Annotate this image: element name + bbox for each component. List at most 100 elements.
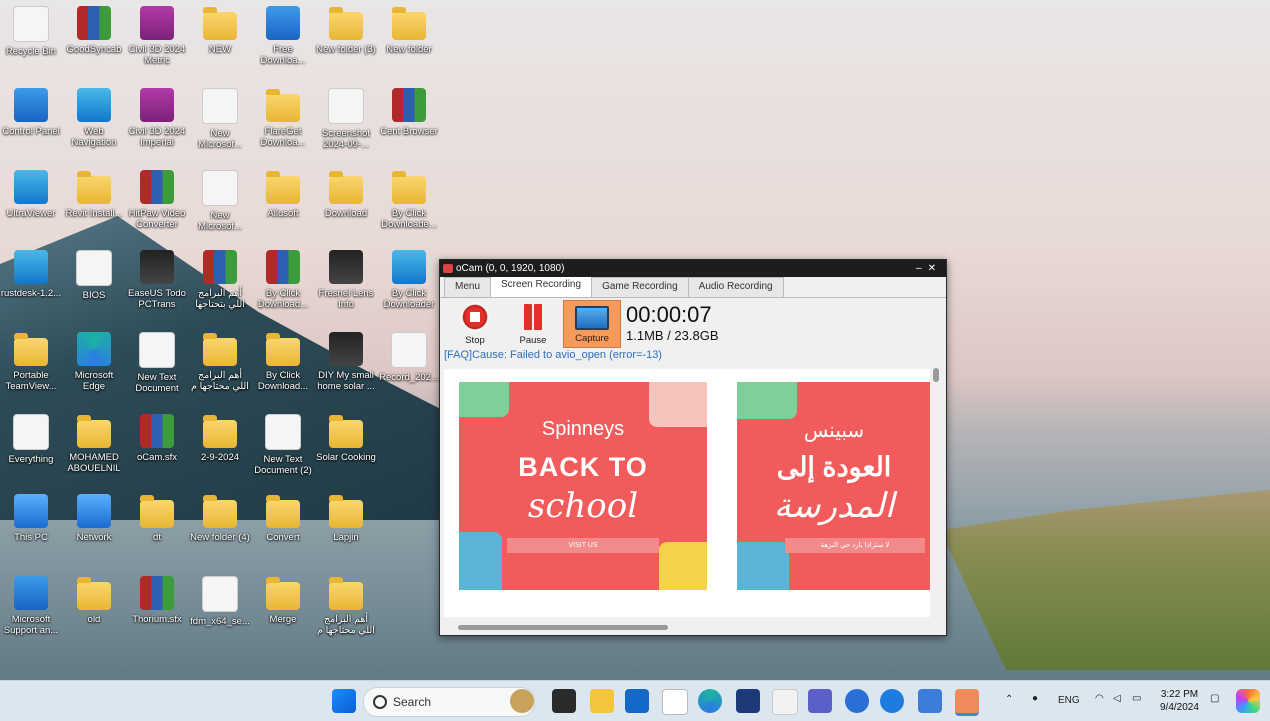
- stop-button[interactable]: Stop: [450, 300, 500, 346]
- banner-cta[interactable]: VISIT US: [507, 538, 659, 553]
- browser-icon[interactable]: [845, 689, 869, 713]
- clock-time: 3:22 PM: [1160, 689, 1199, 700]
- desktop-icon[interactable]: Portable TeamView...: [0, 332, 62, 392]
- clock[interactable]: 3:22 PM 9/4/2024: [1160, 688, 1199, 714]
- chevron-up-icon[interactable]: ⌃: [1005, 694, 1013, 705]
- desktop-icon[interactable]: New folder (4): [189, 494, 251, 543]
- desktop-icon[interactable]: Network: [63, 494, 125, 543]
- pause-button[interactable]: Pause: [508, 300, 558, 346]
- desktop-icon-label: Control Panel: [2, 126, 60, 137]
- search-highlight-icon[interactable]: [510, 689, 534, 713]
- wifi-icon[interactable]: ◠: [1095, 693, 1104, 704]
- desktop-icon[interactable]: FlareGet Downloa...: [252, 88, 314, 148]
- desktop-icon[interactable]: rustdesk-1.2...: [0, 250, 62, 299]
- desktop-icon[interactable]: Microsoft Support an...: [0, 576, 62, 636]
- notepad-icon[interactable]: [662, 689, 688, 715]
- desktop-icon[interactable]: New Microsof...: [189, 88, 251, 150]
- desktop-icon[interactable]: Civil 3D 2024 Metric: [126, 6, 188, 66]
- desktop-icon[interactable]: By Click Downloade...: [378, 170, 440, 230]
- start-icon[interactable]: [332, 689, 356, 713]
- desktop-icon[interactable]: dt: [126, 494, 188, 543]
- desktop-icon[interactable]: NEW: [189, 6, 251, 55]
- desktop-icon-label: New Microsof...: [198, 128, 242, 150]
- desktop-icon[interactable]: أهم البرامج اللي محتاجها م: [315, 576, 377, 636]
- desktop-icon[interactable]: New Microsof...: [189, 170, 251, 232]
- desktop-icon-label: New folder (3): [316, 44, 376, 55]
- vertical-scrollbar[interactable]: [930, 356, 942, 618]
- desktop-icon[interactable]: New Text Document: [126, 332, 188, 394]
- app-icon[interactable]: [772, 689, 798, 715]
- desktop-icon[interactable]: Revit Install...: [63, 170, 125, 219]
- chrome-icon[interactable]: [880, 689, 904, 713]
- desktop-icon[interactable]: أهم البرامج اللي بتحتاجها: [189, 250, 251, 310]
- tab-menu[interactable]: Menu: [444, 277, 492, 297]
- tab-audio-recording[interactable]: Audio Recording: [687, 277, 784, 297]
- desktop-icon[interactable]: Download: [315, 170, 377, 219]
- banner-cta-ar[interactable]: لا ستراذا يارد حي النزهة: [785, 538, 925, 553]
- desktop-icon[interactable]: UltraViewer: [0, 170, 62, 219]
- desktop-icon[interactable]: Microsoft Edge: [63, 332, 125, 392]
- desktop-icon[interactable]: New Text Document (2): [252, 414, 314, 476]
- desktop-icon[interactable]: old: [63, 576, 125, 625]
- battery-icon[interactable]: ▭: [1132, 693, 1141, 704]
- task-view-icon[interactable]: [552, 689, 576, 713]
- desktop-icon[interactable]: Control Panel: [0, 88, 62, 137]
- tab-screen-recording[interactable]: Screen Recording: [490, 275, 593, 297]
- desktop-icon[interactable]: By Click Downloader: [378, 250, 440, 310]
- desktop-icon[interactable]: This PC: [0, 494, 62, 543]
- minimize-icon[interactable]: –: [916, 263, 928, 274]
- desktop-icon[interactable]: Solar Cooking: [315, 414, 377, 463]
- desktop-icon[interactable]: أهم البرامج اللي محتاجها م: [189, 332, 251, 392]
- desktop-icon[interactable]: Everything: [0, 414, 62, 465]
- desktop-icon[interactable]: MOHAMED ABOUELNIL: [63, 414, 125, 474]
- edge-icon[interactable]: [698, 689, 722, 713]
- desktop-icon[interactable]: EaseUS Todo PCTrans: [126, 250, 188, 310]
- l-app-icon[interactable]: [736, 689, 760, 713]
- volume-icon[interactable]: ◁: [1113, 693, 1121, 704]
- desktop-icon[interactable]: Screenshot 2024-09-...: [315, 88, 377, 150]
- desktop-icon[interactable]: oCam.sfx: [126, 414, 188, 463]
- desktop-icon[interactable]: New folder (3): [315, 6, 377, 55]
- scroll-thumb[interactable]: [933, 368, 939, 382]
- desktop-icon[interactable]: fdm_x64_se...: [189, 576, 251, 627]
- copilot-icon[interactable]: [1236, 689, 1260, 713]
- ocam-window[interactable]: oCam (0, 0, 1920, 1080) –✕ Menu Screen R…: [439, 259, 947, 636]
- horizontal-scrollbar[interactable]: [444, 622, 931, 632]
- desktop-icon-label: Merge: [269, 614, 297, 625]
- desktop-icon[interactable]: Civil 3D 2024 Imperial: [126, 88, 188, 148]
- desktop-icon[interactable]: BIOS: [63, 250, 125, 301]
- notification-icon[interactable]: ▢: [1210, 693, 1219, 704]
- desktop-icon[interactable]: Record_202...: [378, 332, 440, 383]
- desktop-icon[interactable]: Free Downloa...: [252, 6, 314, 66]
- ocam-taskbar-icon[interactable]: [955, 689, 979, 716]
- scroll-thumb-h[interactable]: [458, 625, 668, 630]
- desktop-icon[interactable]: Web Navigation: [63, 88, 125, 148]
- faq-link[interactable]: [FAQ]Cause: Failed to avio_open (error=-…: [440, 348, 946, 364]
- microphone-icon[interactable]: ●: [1032, 693, 1038, 704]
- desktop-icon[interactable]: GoodSyncab: [63, 6, 125, 55]
- desktop-icon[interactable]: Lapjin: [315, 494, 377, 543]
- notebook-icon[interactable]: [918, 689, 942, 713]
- desktop-icon[interactable]: Allusoft: [252, 170, 314, 219]
- desktop-icon-label: Microsoft Support an...: [3, 614, 59, 636]
- desktop-icon[interactable]: By Click Download...: [252, 332, 314, 392]
- desktop-icon[interactable]: By Click Download...: [252, 250, 314, 310]
- teams-icon[interactable]: [808, 689, 832, 713]
- desktop-icon[interactable]: 2-9-2024: [189, 414, 251, 463]
- ocam-titlebar[interactable]: oCam (0, 0, 1920, 1080) –✕: [440, 260, 946, 277]
- tab-game-recording[interactable]: Game Recording: [591, 277, 689, 297]
- close-icon[interactable]: ✕: [928, 263, 942, 274]
- desktop-icon[interactable]: New folder: [378, 6, 440, 55]
- store-icon[interactable]: [625, 689, 649, 713]
- desktop-icon[interactable]: HitPaw Video Converter: [126, 170, 188, 230]
- desktop-icon[interactable]: Cent Browser: [378, 88, 440, 137]
- desktop-icon[interactable]: Thorium.sfx: [126, 576, 188, 625]
- file-explorer-icon[interactable]: [590, 689, 614, 713]
- desktop-icon[interactable]: Merge: [252, 576, 314, 625]
- capture-button[interactable]: Capture: [563, 300, 621, 348]
- desktop-icon[interactable]: Convert: [252, 494, 314, 543]
- desktop-icon[interactable]: Fresnel Lens Info: [315, 250, 377, 310]
- desktop-icon[interactable]: Recycle Bin: [0, 6, 62, 57]
- language-indicator[interactable]: ENG: [1058, 695, 1080, 706]
- desktop-icon[interactable]: DIY My small home solar ...: [315, 332, 377, 392]
